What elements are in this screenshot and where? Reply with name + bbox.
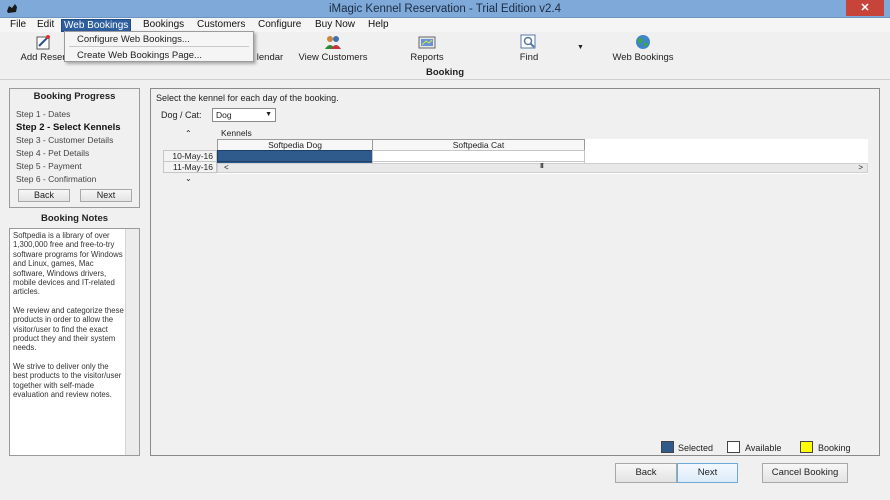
window-title: iMagic Kennel Reservation - Trial Editio… xyxy=(328,3,562,15)
menu-file[interactable]: File xyxy=(8,19,28,32)
menu-help[interactable]: Help xyxy=(366,19,391,32)
dog-cat-value: Dog xyxy=(216,110,232,120)
row-date-label: 11-May-16 xyxy=(163,161,217,173)
scroll-down-icon[interactable]: ⌄ xyxy=(185,174,192,183)
legend-booking-label: Booking xyxy=(818,443,851,453)
progress-next-button[interactable]: Next xyxy=(80,189,132,202)
web-bookings-dropdown: Configure Web Bookings... Create Web Boo… xyxy=(64,31,254,62)
find-icon xyxy=(520,34,536,49)
reports-button[interactable]: Reports xyxy=(408,32,446,63)
legend-selected-swatch xyxy=(661,441,674,453)
scroll-right-icon[interactable]: > xyxy=(858,163,863,172)
legend-available-swatch xyxy=(727,441,740,453)
menu-configure[interactable]: Configure xyxy=(256,19,303,32)
booking-notes-text: Softpedia is a library of over 1,300,000… xyxy=(13,231,125,409)
back-button[interactable]: Back xyxy=(615,463,677,483)
step-1: Step 1 - Dates xyxy=(16,109,71,119)
customers-icon xyxy=(325,36,341,49)
page-title: Booking xyxy=(426,67,464,78)
booking-notes-textarea[interactable]: Softpedia is a library of over 1,300,000… xyxy=(9,228,140,456)
title-bar: iMagic Kennel Reservation - Trial Editio… xyxy=(0,0,890,18)
scroll-up-icon[interactable]: ⌃ xyxy=(185,129,192,138)
create-web-bookings-page-item[interactable]: Create Web Bookings Page... xyxy=(77,50,202,61)
web-bookings-button[interactable]: Web Bookings xyxy=(608,32,678,63)
step-4: Step 4 - Pet Details xyxy=(16,148,90,158)
legend-available-label: Available xyxy=(745,443,782,453)
calendar-button[interactable]: lendar xyxy=(254,32,286,63)
booking-header: Booking xyxy=(0,62,890,80)
instruction-text: Select the kennel for each day of the bo… xyxy=(156,93,339,103)
menu-separator xyxy=(69,46,249,47)
step-2-current: Step 2 - Select Kennels xyxy=(16,122,121,133)
chevron-down-icon: ▼ xyxy=(265,111,272,118)
menu-bar: File Edit Web Bookings Bookings Customer… xyxy=(0,18,890,32)
step-6: Step 6 - Confirmation xyxy=(16,174,97,184)
chevron-down-icon[interactable]: ▼ xyxy=(577,44,584,51)
close-button[interactable]: ✕ xyxy=(846,0,884,16)
notes-paragraph-1: Softpedia is a library of over 1,300,000… xyxy=(13,231,123,297)
notes-paragraph-2: We review and categorize these products … xyxy=(13,305,124,353)
configure-web-bookings-item[interactable]: Configure Web Bookings... xyxy=(77,34,190,45)
notes-scrollbar[interactable] xyxy=(125,229,139,455)
menu-buy-now[interactable]: Buy Now xyxy=(313,19,357,32)
legend-booking-swatch xyxy=(800,441,813,453)
dog-cat-select[interactable]: Dog ▼ xyxy=(212,108,276,122)
reports-icon xyxy=(418,36,436,49)
dog-cat-label: Dog / Cat: xyxy=(161,110,202,120)
step-3: Step 3 - Customer Details xyxy=(16,135,114,145)
cancel-booking-button[interactable]: Cancel Booking xyxy=(762,463,848,483)
booking-progress-panel: Booking Progress Step 1 - Dates Step 2 -… xyxy=(9,88,140,208)
progress-back-button[interactable]: Back xyxy=(18,189,70,202)
horizontal-scrollbar[interactable]: < III > xyxy=(217,163,868,173)
kennel-selection-area: Select the kennel for each day of the bo… xyxy=(150,88,880,456)
calendar-icon xyxy=(261,34,279,50)
booking-notes-title: Booking Notes xyxy=(40,213,109,224)
booking-progress-title: Booking Progress xyxy=(33,91,116,102)
view-customers-button[interactable]: View Customers xyxy=(295,32,371,63)
kennel-grid: ⌃ Kennels Softpedia Dog Softpedia Cat 10… xyxy=(163,127,868,187)
kennels-caption: Kennels xyxy=(221,128,252,138)
menu-edit[interactable]: Edit xyxy=(35,19,56,32)
add-reservation-icon xyxy=(36,35,50,50)
notes-paragraph-3: We strive to deliver only the best produ… xyxy=(13,361,122,400)
legend-selected-label: Selected xyxy=(678,443,714,453)
globe-icon xyxy=(636,35,650,49)
scroll-thumb[interactable]: III xyxy=(540,163,544,170)
find-button[interactable]: Find xyxy=(515,32,543,63)
next-button[interactable]: Next xyxy=(677,463,738,483)
step-5: Step 5 - Payment xyxy=(16,161,82,171)
scroll-left-icon[interactable]: < xyxy=(224,163,229,172)
